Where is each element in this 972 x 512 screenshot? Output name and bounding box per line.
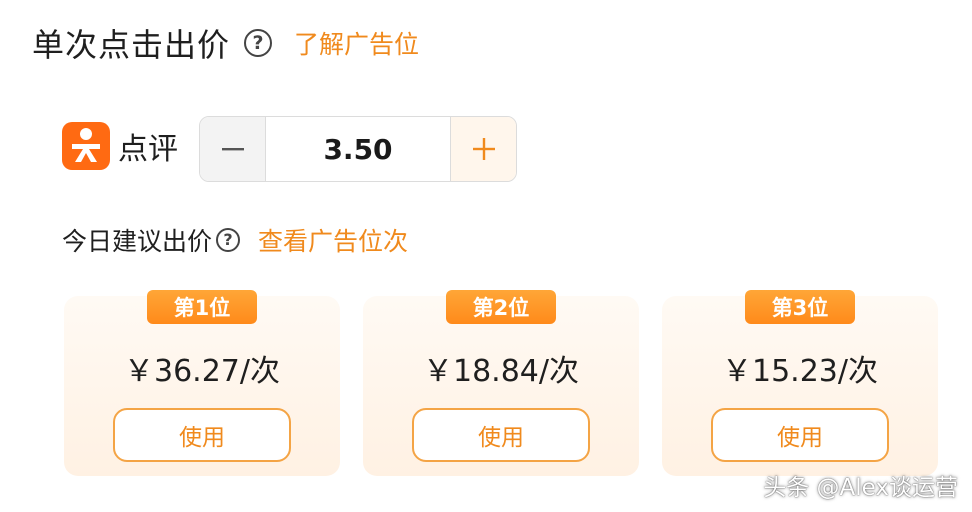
- position-card-2: 第2位 ￥18.84/次 使用: [363, 290, 639, 476]
- question-circle-icon[interactable]: ?: [244, 29, 273, 57]
- rank-badge: 第1位: [147, 290, 257, 324]
- bid-value-input[interactable]: 3.50: [266, 117, 450, 181]
- minus-icon: [221, 148, 244, 151]
- use-button[interactable]: 使用: [711, 408, 889, 462]
- increase-button[interactable]: [450, 117, 516, 181]
- suggested-price: ￥36.27/次: [124, 354, 280, 389]
- dianping-logo-icon: [62, 122, 110, 170]
- watermark-text: 头条 @Alex谈运营: [763, 475, 958, 501]
- page-title: 单次点击出价: [32, 26, 231, 64]
- learn-ad-position-link[interactable]: 了解广告位: [294, 25, 419, 61]
- question-circle-icon[interactable]: ?: [216, 228, 241, 252]
- decrease-button[interactable]: [200, 117, 266, 181]
- suggested-price: ￥18.84/次: [423, 354, 579, 389]
- suggested-bid-row: 今日建议出价 ? 查看广告位次: [62, 222, 408, 258]
- view-ad-rank-link[interactable]: 查看广告位次: [258, 222, 408, 258]
- position-card-3: 第3位 ￥15.23/次 使用: [662, 290, 938, 476]
- suggested-price: ￥15.23/次: [722, 354, 878, 389]
- bid-stepper: 3.50: [199, 116, 517, 182]
- rank-badge: 第2位: [446, 290, 556, 324]
- position-card-1: 第1位 ￥36.27/次 使用: [64, 290, 340, 476]
- platform-name: 点评: [118, 132, 178, 167]
- plus-icon: [472, 138, 495, 160]
- suggested-bid-label: 今日建议出价: [62, 227, 213, 256]
- rank-badge: 第3位: [745, 290, 855, 324]
- header: 单次点击出价 ? 了解广告位: [32, 20, 419, 66]
- use-button[interactable]: 使用: [113, 408, 291, 462]
- use-button[interactable]: 使用: [412, 408, 590, 462]
- platform-label-row: 点评: [62, 122, 178, 170]
